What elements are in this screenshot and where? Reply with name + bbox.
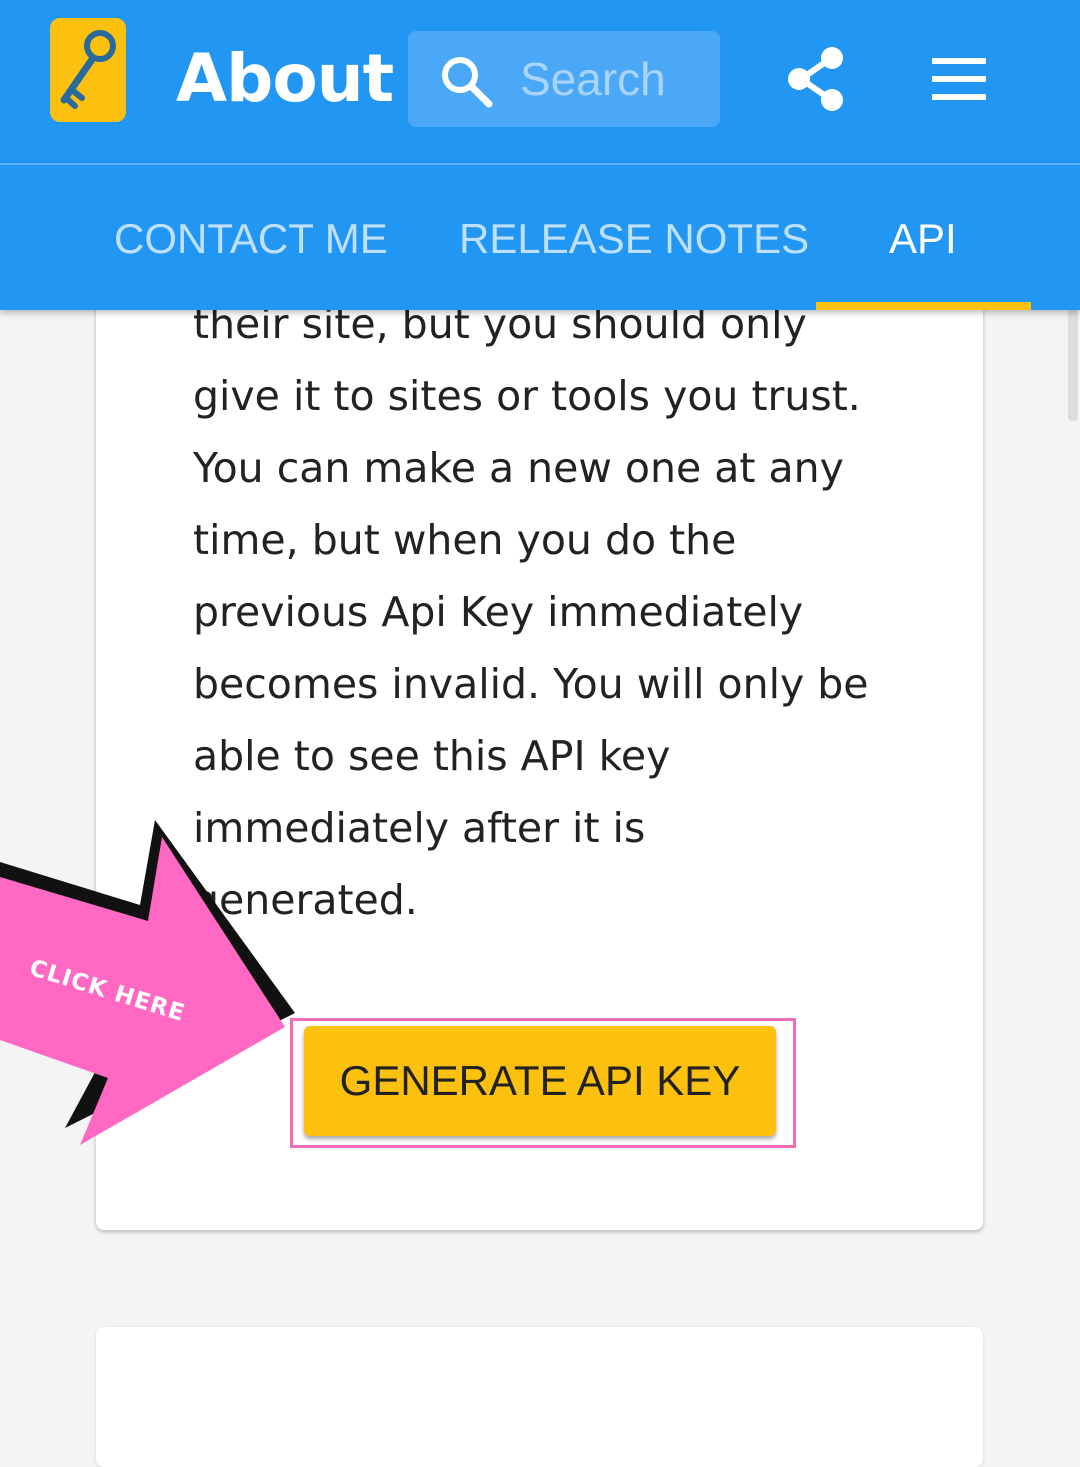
description-line: give it to sites or tools you trust. (193, 372, 861, 420)
description-line: previous Api Key immediately (193, 588, 804, 636)
tab-release-notes[interactable]: RELEASE NOTES (459, 209, 809, 269)
tab-contact-me[interactable]: CONTACT ME (114, 209, 388, 269)
generate-api-key-button[interactable]: GENERATE API KEY (304, 1026, 776, 1136)
app-bar: About (0, 0, 1080, 163)
share-icon[interactable] (786, 46, 846, 112)
description-line: You can make a new one at any (193, 444, 844, 492)
share-button[interactable] (786, 46, 846, 112)
active-tab-indicator (816, 302, 1031, 310)
search-input[interactable] (520, 49, 710, 109)
hamburger-menu-icon[interactable] (928, 54, 990, 102)
search-box[interactable] (408, 31, 720, 127)
app-title: About (176, 40, 394, 117)
description-line: becomes invalid. You will only be (193, 660, 869, 708)
description-line: time, but when you do the (193, 516, 737, 564)
search-icon[interactable] (438, 53, 494, 109)
scrollbar-thumb[interactable] (1068, 305, 1078, 421)
description-line: able to see this API key (193, 732, 671, 780)
tab-bar: CONTACT ME RELEASE NOTES API (0, 163, 1080, 310)
key-logo-icon[interactable] (50, 18, 126, 122)
secondary-card (96, 1327, 983, 1467)
tab-api[interactable]: API (889, 209, 957, 269)
